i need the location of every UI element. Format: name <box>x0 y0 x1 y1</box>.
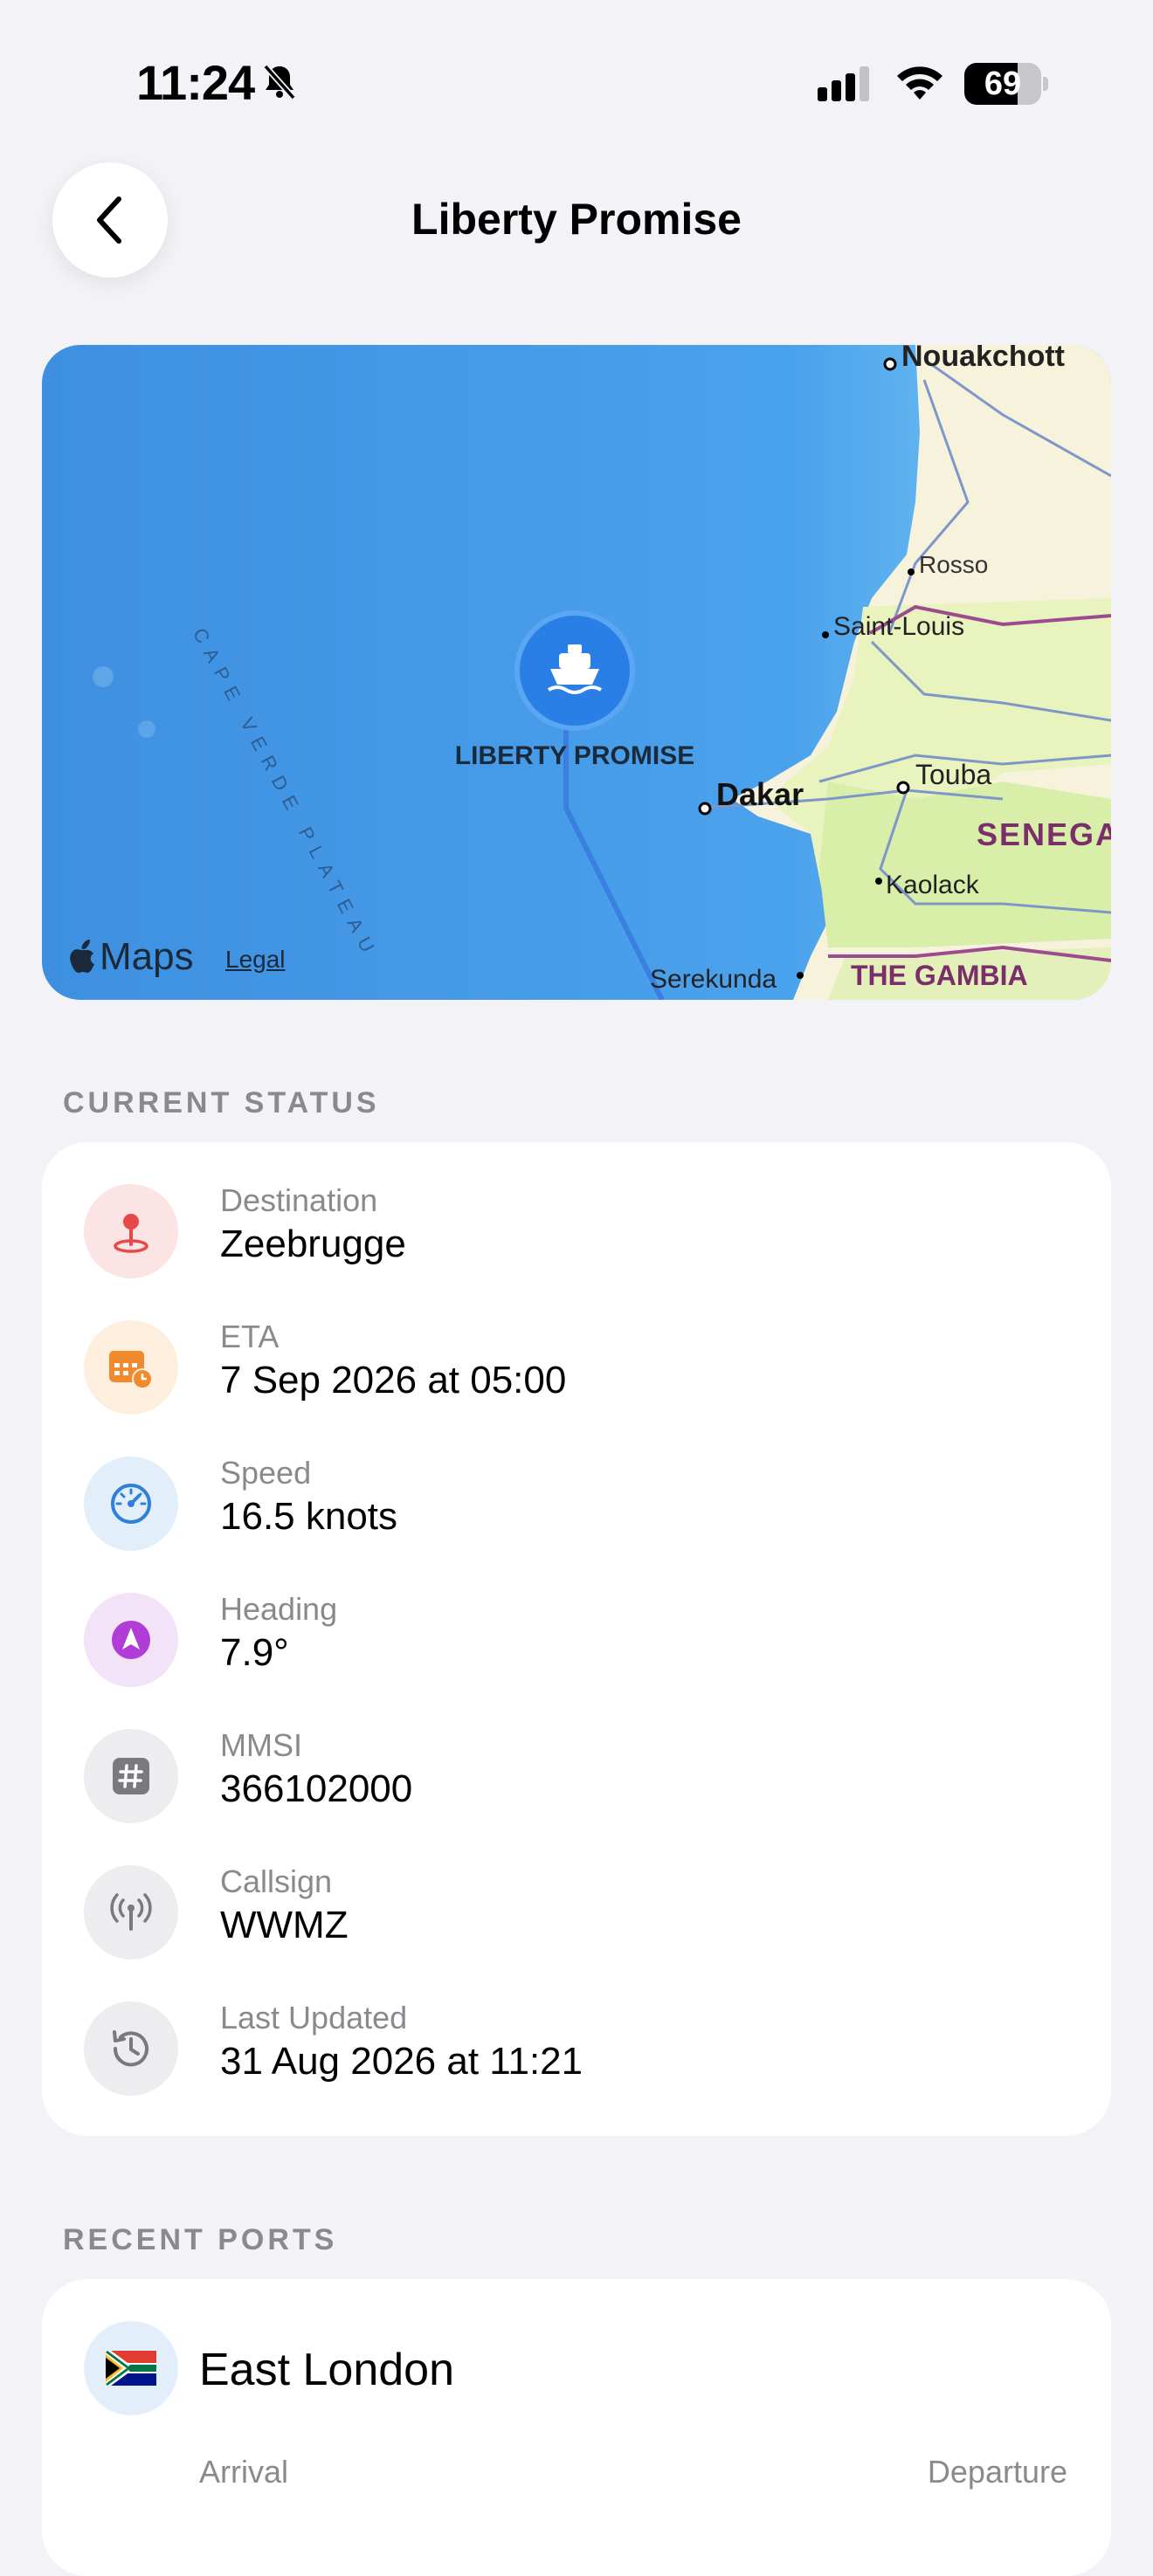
wifi-icon <box>897 66 942 100</box>
maps-attribution: Maps <box>68 935 194 979</box>
status-value: WWMZ <box>220 1904 349 1946</box>
status-label: Heading <box>220 1591 338 1627</box>
legal-link[interactable]: Legal <box>225 946 286 974</box>
status-label: Last Updated <box>220 2000 408 2035</box>
location-arrow-icon <box>84 1593 178 1687</box>
status-label: Callsign <box>220 1863 333 1899</box>
status-value: 16.5 knots <box>220 1495 398 1538</box>
status-bar: 11:24 69 <box>0 0 1153 166</box>
vessel-map[interactable]: Nouakchott Rosso Saint-Louis Dakar Touba… <box>42 345 1111 1000</box>
departure-label: Departure <box>927 2454 1067 2490</box>
status-value: 366102000 <box>220 1767 413 1810</box>
status-value: 31 Aug 2026 at 11:21 <box>220 2040 583 2083</box>
speedometer-icon <box>84 1457 178 1551</box>
recent-port-card[interactable]: East London Arrival Departure <box>42 2279 1111 2576</box>
battery-percent: 69 <box>984 65 1022 102</box>
calendar-clock-icon <box>84 1320 178 1415</box>
vessel-label: LIBERTY PROMISE <box>454 741 695 770</box>
status-row-mmsi: MMSI 366102000 <box>42 1727 1111 1865</box>
recent-ports-header: RECENT PORTS <box>63 2223 338 2256</box>
status-label: Destination <box>220 1182 378 1218</box>
status-row-callsign: Callsign WWMZ <box>42 1863 1111 2001</box>
maps-wordmark: Maps <box>100 935 194 978</box>
status-label: MMSI <box>220 1727 302 1763</box>
status-label: ETA <box>220 1319 280 1354</box>
current-status-card: Destination Zeebrugge ETA 7 Sep 2026 at 05:… <box>42 1142 1111 2136</box>
map-label-senegal: SENEGA <box>977 816 1111 852</box>
page-title: Liberty Promise <box>411 195 742 244</box>
map-label-serekunda: Serekunda <box>650 965 777 994</box>
pin-icon <box>84 1184 178 1278</box>
port-name: East London <box>199 2345 455 2395</box>
status-value: 7 Sep 2026 at 05:00 <box>220 1359 567 1402</box>
south-africa-flag-icon <box>84 2321 178 2415</box>
bell-slash-icon <box>263 64 296 100</box>
status-row-destination: Destination Zeebrugge <box>42 1182 1111 1320</box>
antenna-icon <box>84 1865 178 1960</box>
status-time: 11:24 <box>136 55 255 110</box>
number-icon <box>84 1729 178 1823</box>
status-value: 7.9° <box>220 1631 289 1674</box>
status-row-speed: Speed 16.5 knots <box>42 1455 1111 1593</box>
status-label: Speed <box>220 1455 312 1491</box>
history-icon <box>84 2001 178 2096</box>
map-label-nouakchott: Nouakchott <box>901 345 1065 373</box>
status-row-heading: Heading 7.9° <box>42 1591 1111 1729</box>
status-row-last-updated: Last Updated 31 Aug 2026 at 11:21 <box>42 2000 1111 2138</box>
status-row-eta: ETA 7 Sep 2026 at 05:00 <box>42 1319 1111 1457</box>
status-value: Zeebrugge <box>220 1223 406 1265</box>
map-label-kaolack: Kaolack <box>886 871 979 899</box>
map-label-gambia: THE GAMBIA <box>851 960 1028 991</box>
battery-indicator: 69 <box>964 63 1048 105</box>
arrival-label: Arrival <box>199 2454 289 2490</box>
apple-logo-icon <box>70 940 94 973</box>
map-label-dakar: Dakar <box>716 776 804 812</box>
map-label-saint-louis: Saint-Louis <box>833 612 965 641</box>
map-label-touba: Touba <box>915 759 992 790</box>
current-status-header: CURRENT STATUS <box>63 1086 380 1119</box>
cellular-signal-icon <box>818 66 869 101</box>
map-label-rosso: Rosso <box>919 551 989 578</box>
